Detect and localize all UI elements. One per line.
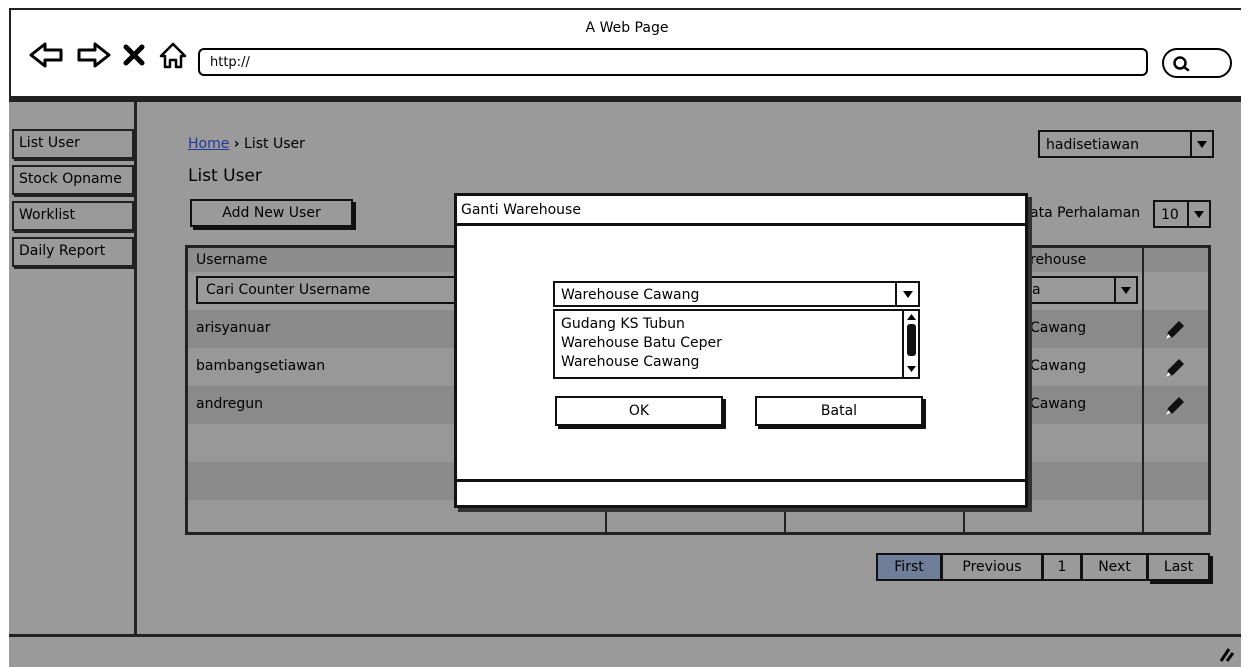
- search-icon: [1173, 56, 1190, 72]
- page-size-label: ata Perhalaman: [1030, 205, 1141, 221]
- change-warehouse-dialog: Ganti Warehouse Warehouse Cawang Gudang …: [454, 193, 1028, 508]
- warehouse-select[interactable]: Warehouse Cawang: [553, 281, 920, 307]
- chevron-down-icon: [1190, 132, 1212, 156]
- back-arrow-icon[interactable]: [27, 40, 67, 70]
- page-size-select[interactable]: 10: [1153, 200, 1211, 228]
- breadcrumb-current: List User: [244, 136, 305, 152]
- pagination-page[interactable]: 1: [1042, 553, 1082, 581]
- column-divider: [1142, 248, 1144, 532]
- cell-username: andregun: [196, 396, 264, 412]
- warehouse-filter-value: a: [1032, 282, 1041, 298]
- chevron-down-icon: [895, 283, 918, 305]
- url-input[interactable]: http://: [198, 48, 1148, 76]
- status-bar: [9, 637, 1241, 667]
- warehouse-option[interactable]: Warehouse Batu Ceper: [561, 335, 722, 351]
- close-x-icon[interactable]: [121, 40, 147, 70]
- username-filter-input[interactable]: Cari Counter Username: [196, 276, 486, 304]
- scrollbar-thumb[interactable]: [907, 324, 916, 356]
- warehouse-filter-select[interactable]: a: [1026, 276, 1138, 304]
- column-divider: [784, 510, 786, 532]
- warehouse-select-value: Warehouse Cawang: [561, 287, 700, 303]
- column-header-username: Username: [196, 252, 268, 268]
- browser-titlebar: A Web Page http://: [11, 10, 1243, 98]
- breadcrumb: Home › List User: [188, 136, 305, 152]
- sidebar-item-stock-opname[interactable]: Stock Opname: [12, 165, 134, 195]
- home-icon[interactable]: [157, 40, 189, 70]
- pencil-edit-icon[interactable]: [1163, 356, 1187, 380]
- cell-username: arisyanuar: [196, 320, 271, 336]
- sidebar-item-daily-report[interactable]: Daily Report: [12, 237, 134, 267]
- search-pill[interactable]: [1162, 48, 1232, 78]
- scroll-down-icon[interactable]: [905, 364, 918, 374]
- scroll-up-icon[interactable]: [905, 312, 918, 322]
- dialog-title: Ganti Warehouse: [457, 196, 1025, 226]
- chevron-down-icon: [1187, 202, 1209, 226]
- warehouse-option-list: Gudang KS Tubun Warehouse Batu Ceper War…: [553, 309, 920, 379]
- chevron-down-icon: [1114, 278, 1136, 302]
- sidebar-item-list-user[interactable]: List User: [12, 129, 134, 159]
- pagination-first[interactable]: First: [876, 553, 942, 581]
- pencil-edit-icon[interactable]: [1163, 318, 1187, 342]
- column-header-warehouse: rehouse: [1030, 252, 1087, 268]
- warehouse-option[interactable]: Gudang KS Tubun: [561, 316, 685, 332]
- forward-arrow-icon[interactable]: [73, 40, 113, 70]
- window-title: A Web Page: [585, 20, 669, 36]
- dialog-footer-divider: [457, 479, 1025, 482]
- cell-username: bambangsetiawan: [196, 358, 326, 374]
- cell-warehouse: Cawang: [1030, 358, 1087, 374]
- page-title: List User: [188, 166, 262, 186]
- warehouse-option[interactable]: Warehouse Cawang: [561, 354, 699, 370]
- page-size-value: 10: [1161, 207, 1179, 223]
- sidebar-item-worklist[interactable]: Worklist: [12, 201, 134, 231]
- cell-warehouse: Cawang: [1030, 320, 1087, 336]
- breadcrumb-home-link[interactable]: Home: [188, 136, 229, 152]
- ok-button[interactable]: OK: [555, 396, 723, 426]
- chevron-right-icon: ›: [233, 136, 240, 152]
- resize-grip-icon[interactable]: [1217, 645, 1235, 663]
- pagination-previous[interactable]: Previous: [941, 553, 1043, 581]
- column-divider: [605, 510, 607, 532]
- user-select[interactable]: hadisetiawan: [1038, 130, 1214, 158]
- column-divider: [963, 510, 965, 532]
- pagination-next[interactable]: Next: [1081, 553, 1148, 581]
- user-select-value: hadisetiawan: [1046, 137, 1139, 153]
- pagination-last[interactable]: Last: [1147, 553, 1210, 581]
- pencil-edit-icon[interactable]: [1163, 394, 1187, 418]
- add-new-user-button[interactable]: Add New User: [190, 199, 353, 227]
- cell-warehouse: Cawang: [1030, 396, 1087, 412]
- scrollbar[interactable]: [902, 311, 918, 377]
- cancel-button[interactable]: Batal: [755, 396, 923, 426]
- sidebar-divider: [134, 102, 137, 636]
